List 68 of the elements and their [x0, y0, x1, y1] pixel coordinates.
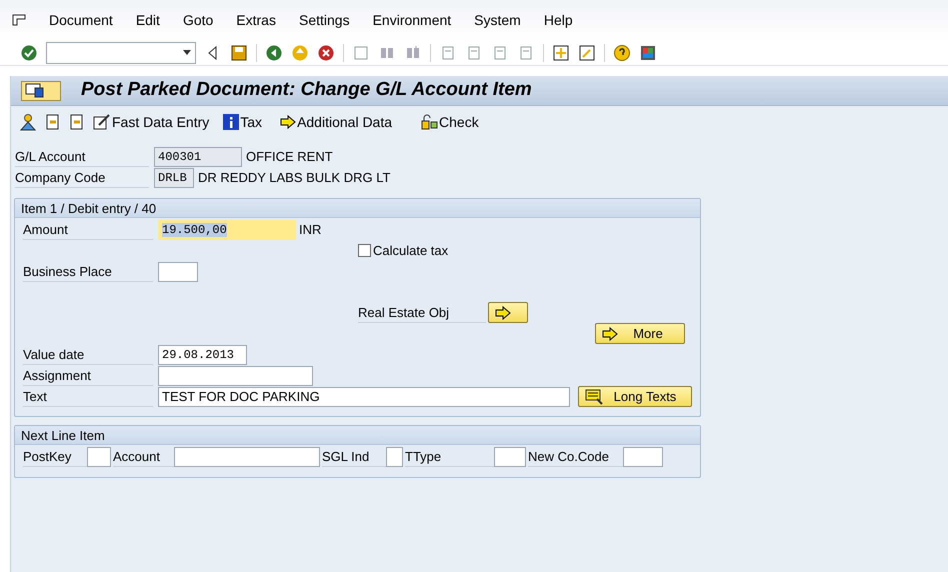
field-label: Real Estate Obj	[358, 302, 486, 322]
window-icon[interactable]	[578, 44, 596, 62]
command-field[interactable]	[46, 42, 196, 64]
field-label: Text	[23, 386, 153, 406]
lock-icon	[420, 113, 438, 131]
menu-item[interactable]: Help	[544, 10, 573, 30]
amount-field[interactable]: 19.500,00	[158, 220, 296, 240]
toolbar-button[interactable]: Additional Data	[280, 112, 392, 132]
window-icon[interactable]	[552, 44, 570, 62]
menu-item[interactable]: Document	[49, 10, 113, 30]
layout-icon[interactable]	[639, 44, 657, 62]
save-icon[interactable]	[230, 44, 248, 62]
help-icon[interactable]	[613, 44, 631, 62]
input-field[interactable]: DRLB	[154, 168, 194, 188]
person-icon	[19, 113, 37, 131]
arrow-icon	[602, 326, 618, 340]
toolbar-icon-button[interactable]	[69, 113, 85, 131]
checkbox-label: Calculate tax	[373, 242, 448, 260]
group-title: Next Line Item	[15, 426, 700, 445]
edit-icon	[93, 113, 111, 131]
menu-item[interactable]: Goto	[182, 10, 214, 30]
description-text: DR REDDY LABS BULK DRG LT	[198, 168, 390, 187]
field-label: Amount	[23, 220, 153, 240]
toolbar-button[interactable]: Check	[420, 112, 479, 132]
menu-item[interactable]: Extras	[236, 10, 276, 30]
checkbox[interactable]	[358, 244, 371, 257]
info-icon	[223, 114, 240, 130]
currency-text: INR	[299, 220, 322, 239]
toolbar-icon-button[interactable]	[19, 113, 37, 131]
cancel-icon[interactable]	[317, 44, 335, 62]
menu-icon[interactable]	[12, 14, 26, 26]
toolbar-button[interactable]: Tax	[223, 112, 262, 132]
dropdown-icon	[183, 50, 191, 55]
input-field[interactable]: 29.08.2013	[158, 344, 247, 364]
field-label: Assignment	[23, 366, 153, 386]
input-field[interactable]	[494, 447, 526, 467]
input-field[interactable]	[158, 366, 313, 386]
input-field[interactable]	[158, 262, 198, 282]
check-icon[interactable]	[20, 44, 38, 62]
group-title: Item 1 / Debit entry / 40	[15, 199, 700, 218]
real-estate-button[interactable]	[488, 302, 528, 323]
input-field[interactable]	[174, 447, 320, 467]
field-label: Value date	[23, 344, 153, 364]
input-field[interactable]: 400301	[154, 146, 242, 166]
arrow-icon	[495, 306, 511, 320]
input-field[interactable]	[87, 447, 111, 467]
text-icon	[585, 388, 605, 404]
more-button[interactable]: More	[595, 323, 685, 344]
description-text: OFFICE RENT	[246, 148, 333, 166]
screen-menu-button[interactable]	[21, 80, 61, 100]
input-field[interactable]	[386, 447, 403, 467]
field-label: Business Place	[23, 262, 153, 282]
menu-item[interactable]: Settings	[298, 10, 350, 30]
menu-item[interactable]: System	[474, 10, 521, 30]
menu-item[interactable]: Environment	[372, 10, 452, 30]
input-field[interactable]: TEST FOR DOC PARKING	[158, 386, 570, 406]
toolbar-icon-button[interactable]	[45, 113, 61, 131]
screen-title: Post Parked Document: Change G/L Account Item	[81, 78, 532, 102]
input-field[interactable]	[623, 447, 663, 467]
field-label: G/L Account	[15, 146, 149, 166]
toolbar-button[interactable]: Fast Data Entry	[93, 112, 210, 132]
menu-icon	[25, 82, 45, 98]
document-icon	[69, 113, 85, 131]
long-texts-button[interactable]: Long Texts	[578, 386, 692, 407]
field-label: Company Code	[15, 168, 149, 188]
arrow-icon	[280, 115, 296, 129]
document-icon	[45, 113, 61, 131]
menu-item[interactable]: Edit	[136, 10, 160, 30]
